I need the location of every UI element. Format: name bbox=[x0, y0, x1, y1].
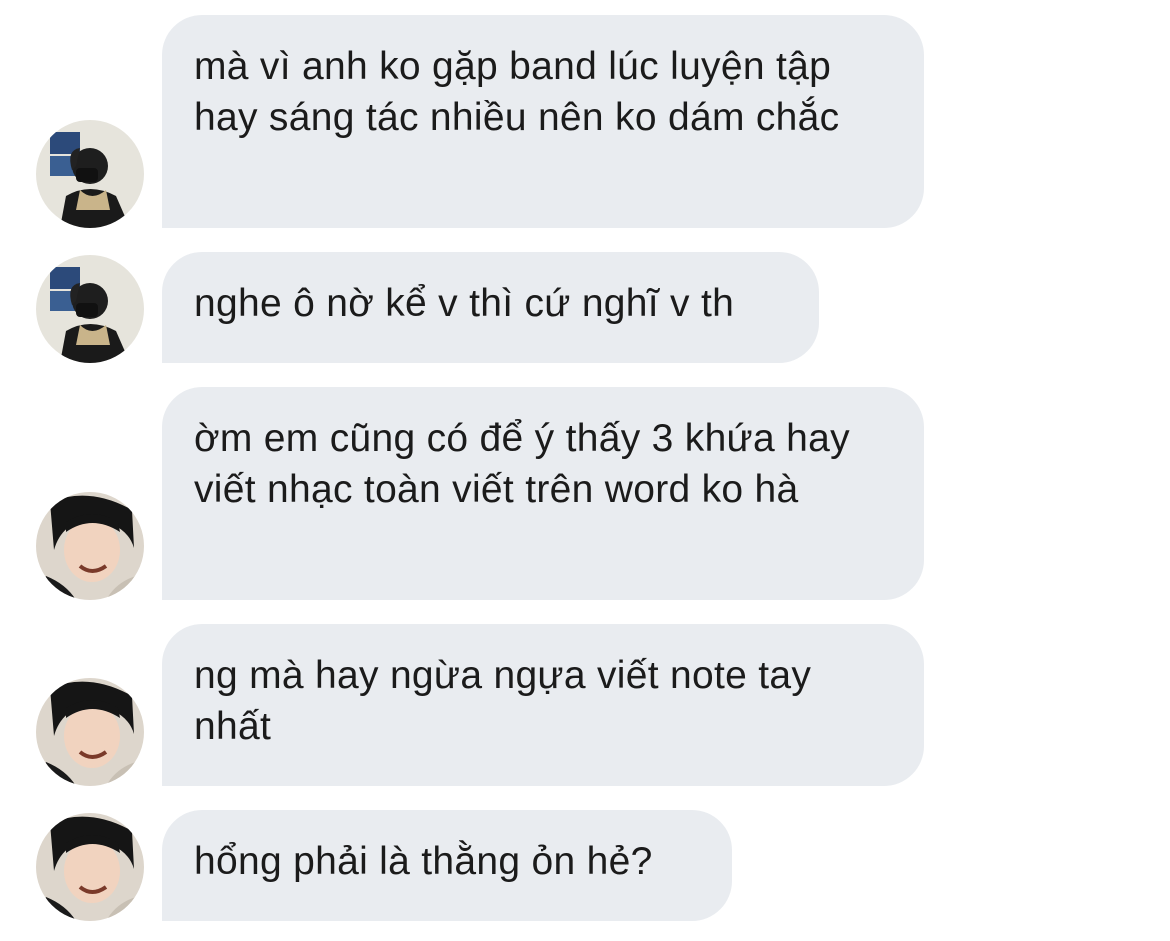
message-bubble[interactable]: nghe ô nờ kể v thì cứ nghĩ v th bbox=[162, 252, 819, 363]
message-text: mà vì anh ko gặp band lúc luyện tập hay … bbox=[194, 45, 840, 139]
avatar-photo-icon bbox=[36, 255, 144, 363]
message-row: ng mà hay ngừa ngựa viết note tay nhất bbox=[0, 624, 1170, 786]
message-row: nghe ô nờ kể v thì cứ nghĩ v th bbox=[0, 252, 1170, 363]
message-text: nghe ô nờ kể v thì cứ nghĩ v th bbox=[194, 282, 735, 325]
avatar-photo-icon bbox=[36, 492, 144, 600]
message-bubble[interactable]: mà vì anh ko gặp band lúc luyện tập hay … bbox=[162, 15, 924, 228]
message-text: ng mà hay ngừa ngựa viết note tay nhất bbox=[194, 654, 812, 748]
message-text: ờm em cũng có để ý thấy 3 khứa hay viết … bbox=[194, 417, 850, 511]
avatar-photo-icon bbox=[36, 120, 144, 228]
message-bubble[interactable]: hổng phải là thằng ỏn hẻ? bbox=[162, 810, 732, 921]
avatar-photo-icon bbox=[36, 678, 144, 786]
message-row: mà vì anh ko gặp band lúc luyện tập hay … bbox=[0, 15, 1170, 228]
user-avatar[interactable] bbox=[36, 492, 144, 600]
user-avatar[interactable] bbox=[36, 813, 144, 921]
avatar-photo-icon bbox=[36, 813, 144, 921]
user-avatar[interactable] bbox=[36, 120, 144, 228]
message-row: hổng phải là thằng ỏn hẻ? bbox=[0, 810, 1170, 921]
message-text: hổng phải là thằng ỏn hẻ? bbox=[194, 840, 653, 883]
message-bubble[interactable]: ờm em cũng có để ý thấy 3 khứa hay viết … bbox=[162, 387, 924, 600]
message-bubble[interactable]: ng mà hay ngừa ngựa viết note tay nhất bbox=[162, 624, 924, 786]
user-avatar[interactable] bbox=[36, 255, 144, 363]
user-avatar[interactable] bbox=[36, 678, 144, 786]
message-row: ờm em cũng có để ý thấy 3 khứa hay viết … bbox=[0, 387, 1170, 600]
